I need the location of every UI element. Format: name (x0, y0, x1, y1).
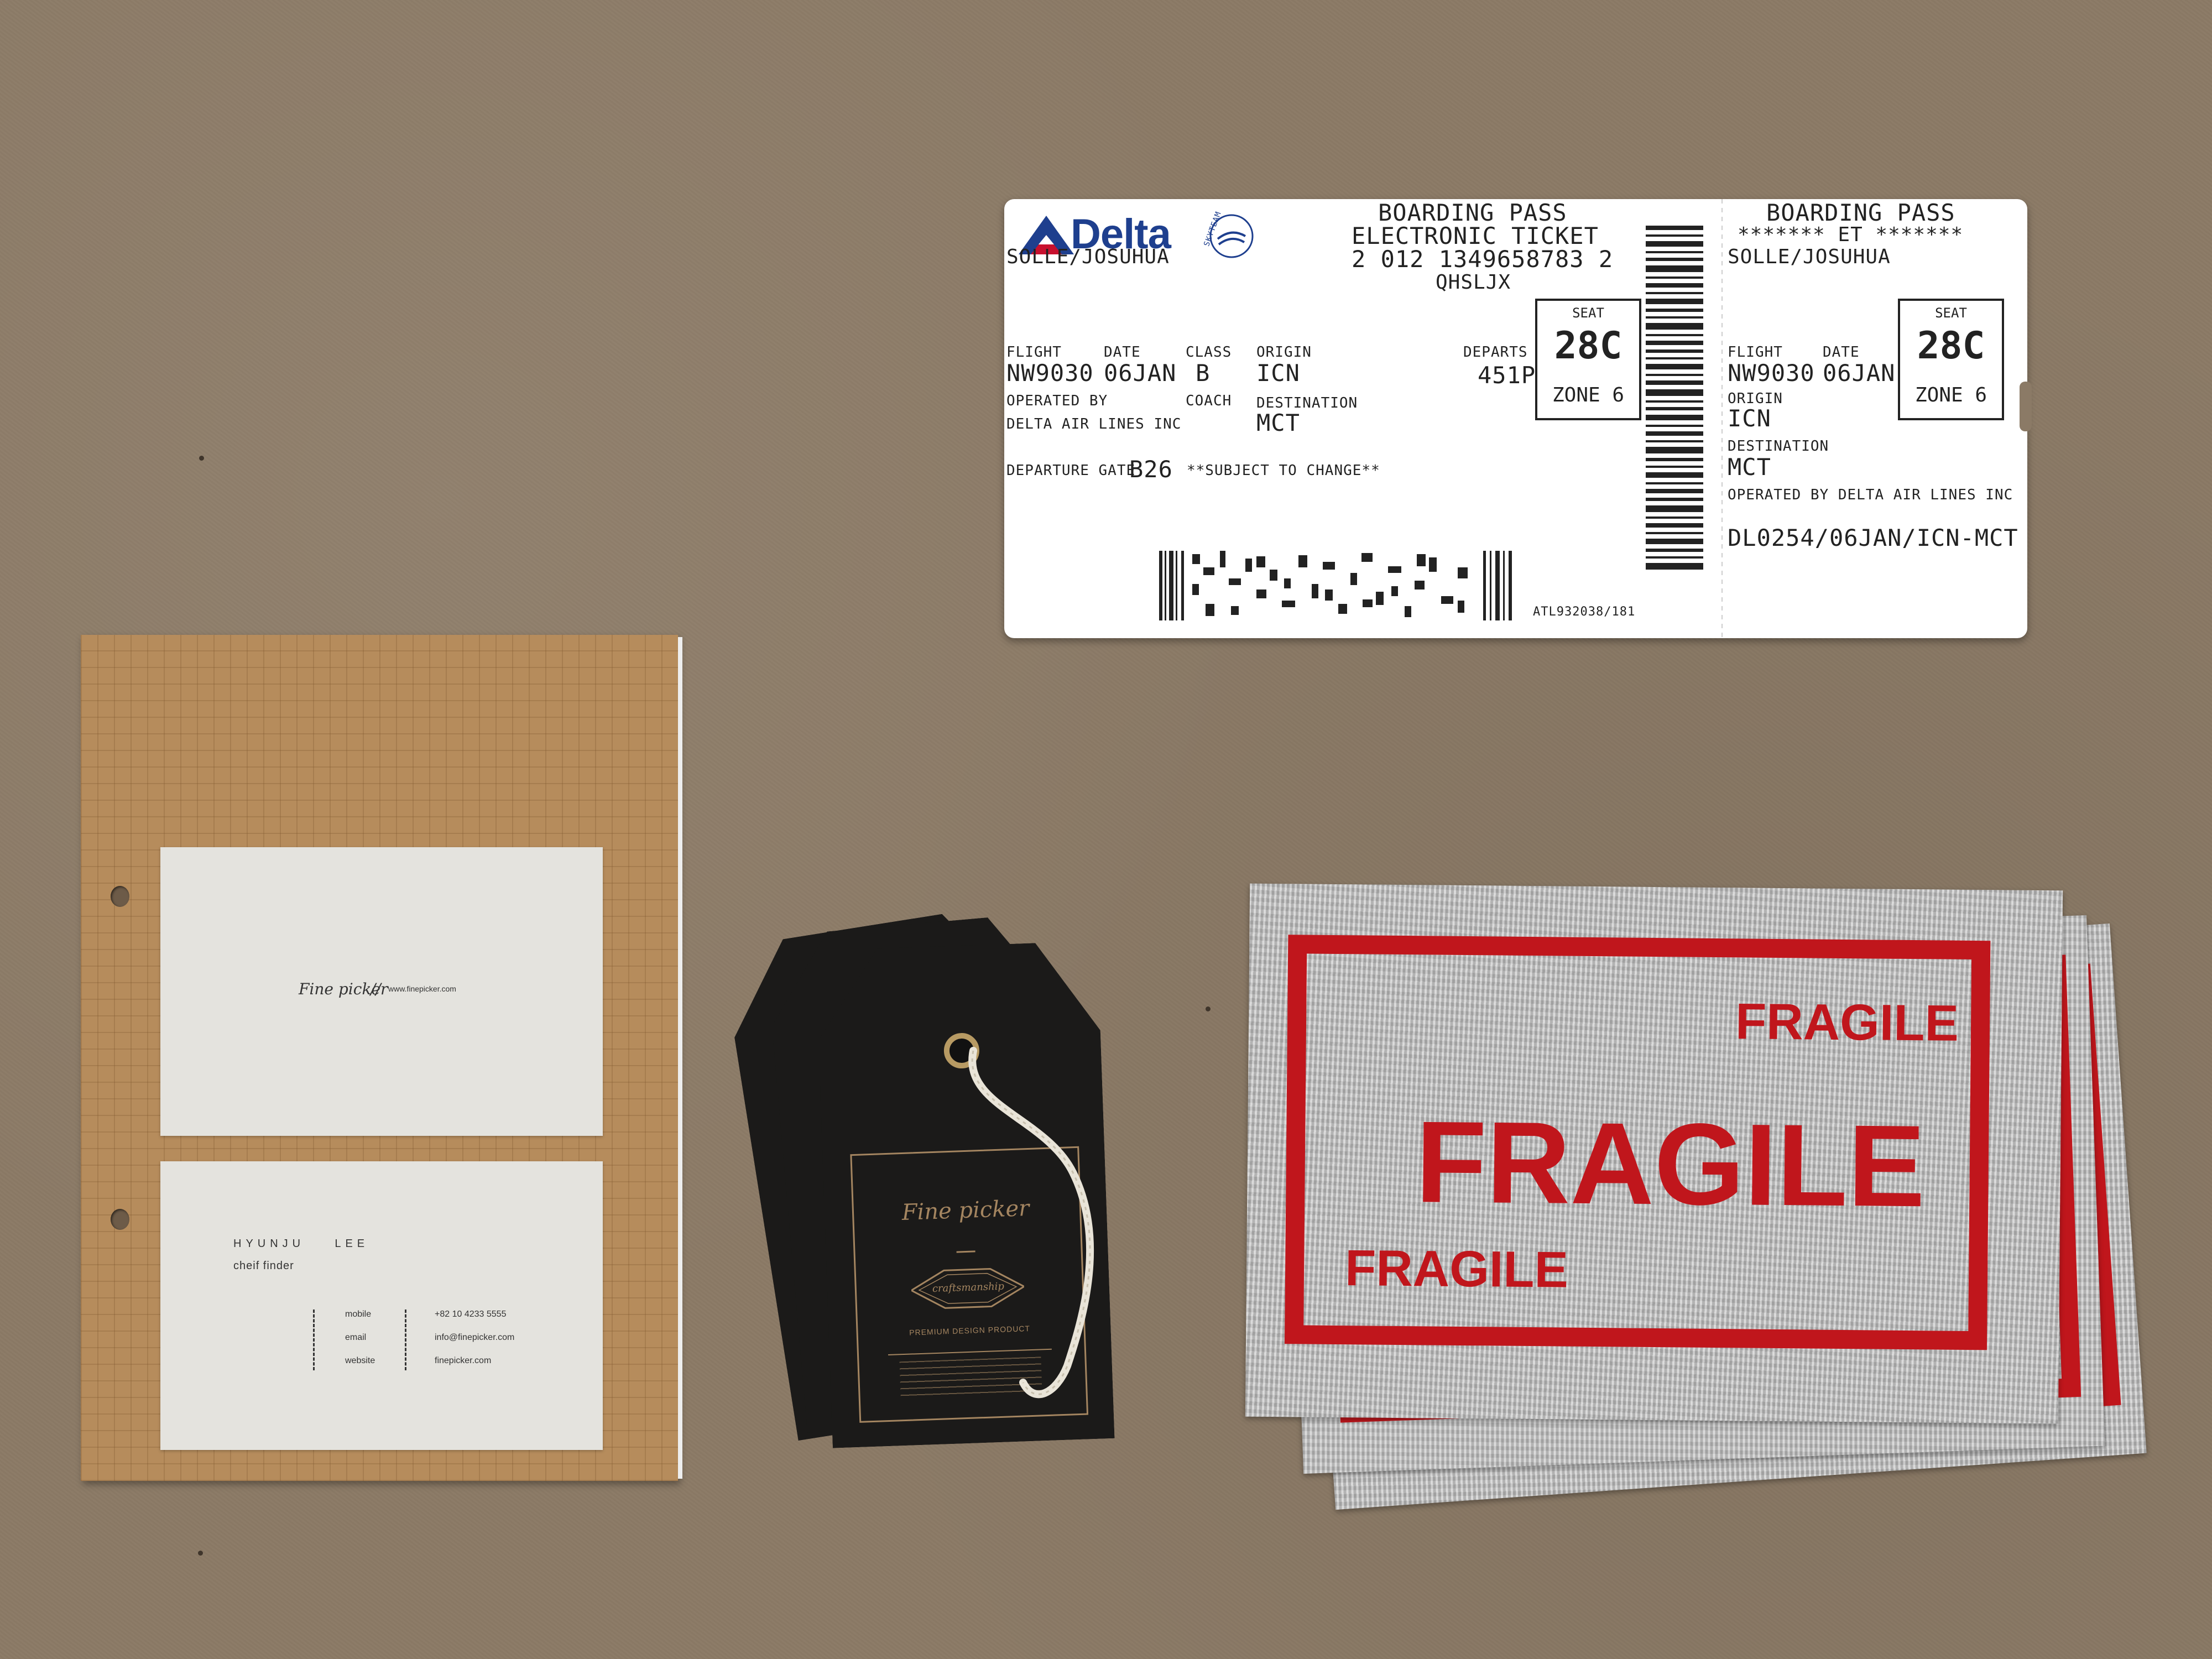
seat-box: SEAT 28C ZONE 6 (1535, 299, 1641, 420)
card-name: HYUNJU LEE (233, 1238, 369, 1250)
flight-label: FLIGHT (1006, 344, 1062, 361)
stub-passenger: SOLLE/JOSUHUA (1728, 246, 1891, 268)
operated-by-value: DELTA AIR LINES INC (1006, 416, 1182, 432)
stub-date-label: DATE (1823, 344, 1860, 361)
flight-date: 06JAN (1104, 359, 1177, 387)
ticket-number: 2 012 1349658783 2 (1352, 246, 1614, 273)
contact-value: finepicker.com (435, 1356, 492, 1365)
punch-hole (111, 1209, 129, 1230)
passenger-name: SOLLE/JOSUHUA (1006, 246, 1170, 268)
tag-string (968, 1047, 1094, 1399)
stub-origin: ICN (1728, 405, 1771, 432)
fragile-text-bottom: FRAGILE (1344, 1240, 1569, 1298)
date-label: DATE (1104, 344, 1141, 361)
contact-value: +82 10 4233 5555 (435, 1310, 507, 1319)
business-card-back: HYUNJU LEE cheif finder mobile +82 10 42… (160, 1161, 603, 1450)
seat-label: SEAT (1572, 305, 1604, 321)
stub-destination: MCT (1728, 453, 1771, 481)
boarding-pass: Delta SKYTEAM SOLLE/JOSUHUA BOARDING PAS… (1004, 199, 2027, 638)
pass-notch (2020, 382, 2032, 431)
speck (198, 1551, 203, 1556)
record-locator: QHSLJX (1436, 271, 1511, 294)
operated-by-label: OPERATED BY (1006, 393, 1108, 409)
fragile-text-large: FRAGILE (1415, 1097, 1926, 1232)
stub-seat-box: SEAT 28C ZONE 6 (1898, 299, 2004, 420)
class-label: CLASS (1186, 344, 1232, 361)
card-divider-right (405, 1310, 406, 1370)
stub-flight: NW9030 (1728, 359, 1815, 387)
gate-label: DEPARTURE GATE (1006, 462, 1136, 479)
stub-operated: OPERATED BY DELTA AIR LINES INC (1728, 487, 2013, 503)
stub-route: DL0254/06JAN/ICN-MCT (1728, 524, 2018, 551)
stub-date: 06JAN (1823, 359, 1896, 387)
speck (1206, 1006, 1211, 1011)
origin-label: ORIGIN (1256, 344, 1312, 361)
stub-zone: ZONE 6 (1914, 384, 1987, 406)
card-website: www.finepicker.com (388, 984, 456, 993)
stub-heading: BOARDING PASS (1766, 199, 1955, 226)
departs-time: 451P (1478, 362, 1536, 389)
print-code: ATL932038/181 (1533, 605, 1636, 619)
card-divider-left (313, 1310, 315, 1370)
stub-seat-number: 28C (1917, 324, 1985, 368)
fragile-text-top: FRAGILE (1735, 993, 1959, 1052)
zone: ZONE 6 (1552, 384, 1625, 406)
business-card-front: Fine picker // www.finepicker.com (160, 847, 603, 1136)
seat-number: 28C (1554, 324, 1623, 368)
subject-to-change: **SUBJECT TO CHANGE** (1187, 462, 1380, 479)
stub-destination-label: DESTINATION (1728, 438, 1829, 455)
fragile-label-top: FRAGILE FRAGILE FRAGILE (1245, 883, 2063, 1424)
class-value: B (1196, 359, 1211, 387)
pdf417-barcode (1159, 551, 1512, 620)
departs-label: DEPARTS (1463, 344, 1528, 361)
contact-value: info@finepicker.com (435, 1333, 515, 1342)
gate-value: B26 (1129, 456, 1173, 483)
punch-hole (111, 886, 129, 907)
flight-number: NW9030 (1006, 359, 1094, 387)
coach-label: COACH (1186, 393, 1232, 409)
destination-value: MCT (1256, 409, 1300, 436)
stub-seat-label: SEAT (1935, 305, 1967, 321)
origin-value: ICN (1256, 359, 1300, 387)
tear-line (1721, 199, 1723, 638)
card-title: cheif finder (233, 1260, 294, 1272)
card-separator: // (371, 980, 381, 998)
contact-label: email (345, 1333, 367, 1342)
speck (199, 456, 204, 461)
contact-label: website (345, 1356, 375, 1365)
stub-et: ******* ET ******* (1738, 223, 1964, 246)
vertical-barcode (1646, 226, 1703, 570)
notebook-page-edge (678, 637, 682, 1479)
stub-flight-label: FLIGHT (1728, 344, 1783, 361)
contact-label: mobile (345, 1310, 372, 1319)
